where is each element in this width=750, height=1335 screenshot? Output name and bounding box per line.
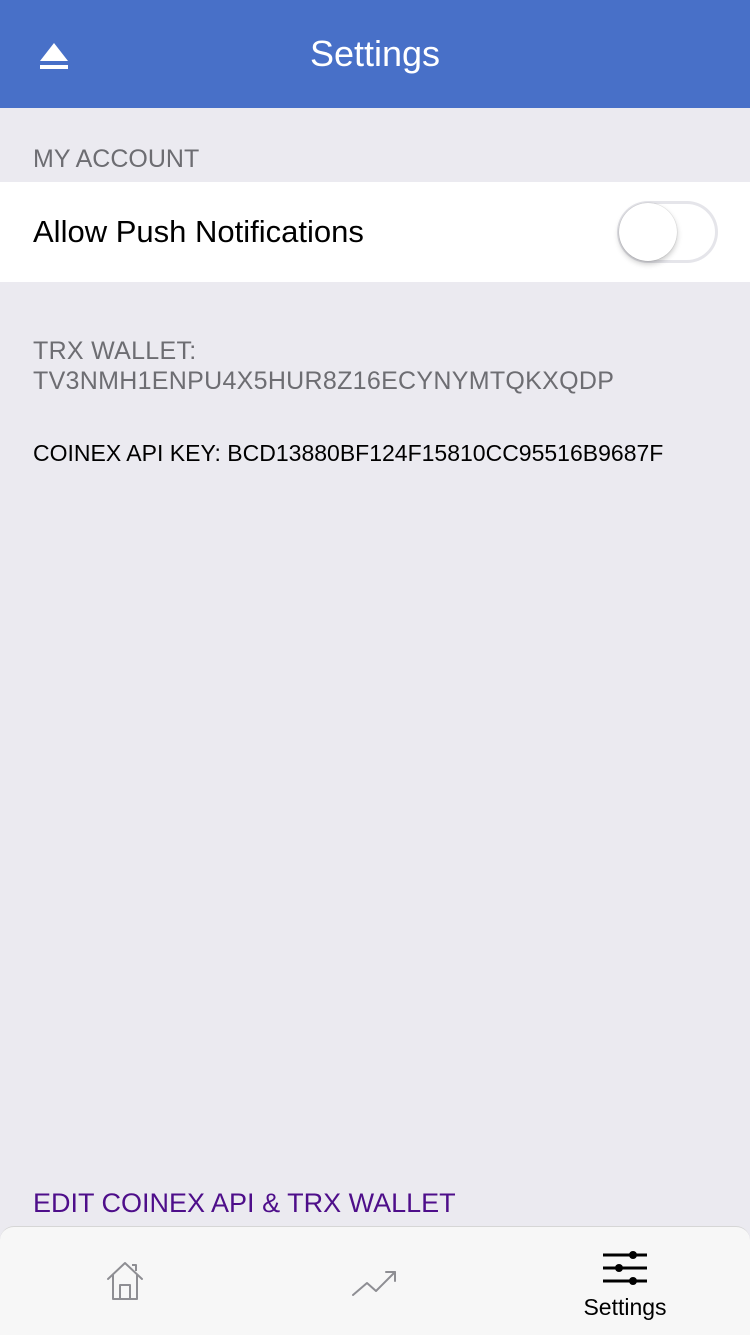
tab-bar: Settings — [0, 1226, 750, 1335]
trend-up-icon — [352, 1271, 396, 1296]
sliders-icon — [603, 1251, 647, 1285]
trx-wallet-label: TRX WALLET: — [33, 337, 197, 365]
coinex-api-key: COINEX API KEY: BCD13880BF124F15810CC955… — [33, 440, 664, 466]
tab-settings[interactable]: Settings — [500, 1227, 750, 1335]
tab-settings-label: Settings — [583, 1294, 667, 1320]
toggle-knob — [619, 203, 677, 261]
tab-home[interactable] — [0, 1227, 250, 1335]
push-notifications-toggle[interactable] — [617, 201, 718, 263]
home-icon — [107, 1262, 143, 1300]
navigation-bar: Settings — [0, 0, 750, 108]
tab-trends[interactable] — [250, 1227, 500, 1335]
section-header-my-account: MY ACCOUNT — [33, 145, 200, 173]
trx-wallet-address: TV3NMH1ENPU4X5HUR8Z16ECYNYMTQKXQDP — [33, 367, 615, 395]
page-title: Settings — [309, 33, 441, 74]
edit-api-wallet-link[interactable]: EDIT COINEX API & TRX WALLET — [33, 1187, 456, 1219]
push-notifications-label: Allow Push Notifications — [33, 214, 364, 249]
push-notifications-row: Allow Push Notifications — [0, 182, 750, 282]
